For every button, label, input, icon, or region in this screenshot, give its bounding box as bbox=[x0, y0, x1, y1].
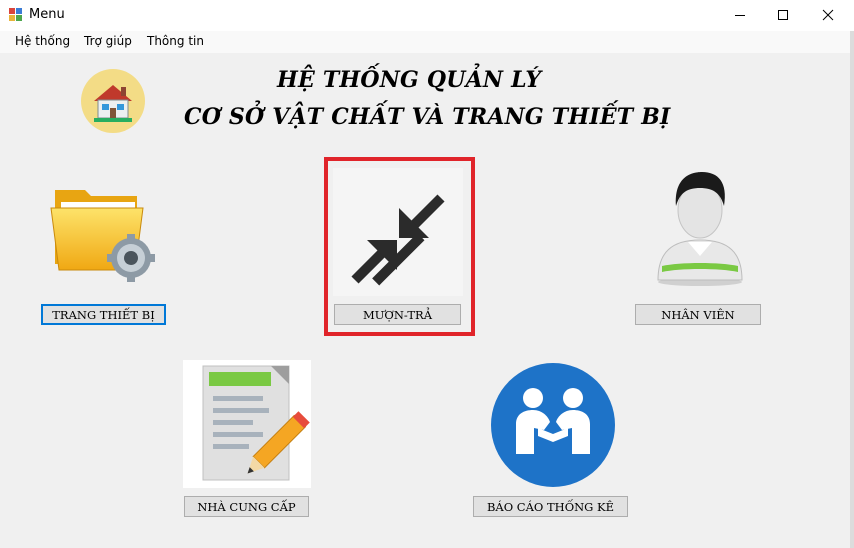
app-icon bbox=[9, 8, 22, 21]
minimize-icon bbox=[735, 15, 745, 16]
muon-tra-button[interactable]: MƯỢN-TRẢ bbox=[334, 304, 461, 325]
nhan-vien-button[interactable]: NHÂN VIÊN bbox=[635, 304, 761, 325]
page-title-line-1: HỆ THỐNG QUẢN LÝ bbox=[277, 67, 542, 93]
close-button[interactable] bbox=[805, 0, 851, 30]
menu-tro-giup[interactable]: Trợ giúp bbox=[84, 34, 132, 48]
handshake-report-icon[interactable] bbox=[488, 362, 618, 490]
maximize-button[interactable] bbox=[760, 0, 806, 30]
folder-gear-icon[interactable] bbox=[45, 172, 155, 284]
menu-bar: Hệ thống Trợ giúp Thông tin bbox=[0, 31, 854, 53]
title-bar: Menu bbox=[0, 0, 854, 31]
page-title-line-2: CƠ SỞ VẬT CHẤT VÀ TRANG THIẾT BỊ bbox=[184, 104, 671, 130]
bao-cao-thong-ke-button[interactable]: BÁO CÁO THỐNG KÊ bbox=[473, 496, 628, 517]
employee-avatar-icon[interactable] bbox=[650, 166, 750, 286]
window-edge bbox=[850, 31, 854, 548]
maximize-icon bbox=[778, 10, 788, 20]
trang-thiet-bi-button[interactable]: TRANG THIẾT BỊ bbox=[41, 304, 166, 325]
minimize-button[interactable] bbox=[717, 0, 763, 30]
menu-he-thong[interactable]: Hệ thống bbox=[15, 34, 70, 48]
window-title: Menu bbox=[29, 7, 65, 22]
document-pencil-icon[interactable] bbox=[183, 360, 311, 488]
menu-thong-tin[interactable]: Thông tin bbox=[147, 34, 204, 48]
nha-cung-cap-button[interactable]: NHÀ CUNG CẤP bbox=[184, 496, 309, 517]
close-icon bbox=[822, 9, 834, 21]
house-logo-icon bbox=[81, 69, 145, 133]
